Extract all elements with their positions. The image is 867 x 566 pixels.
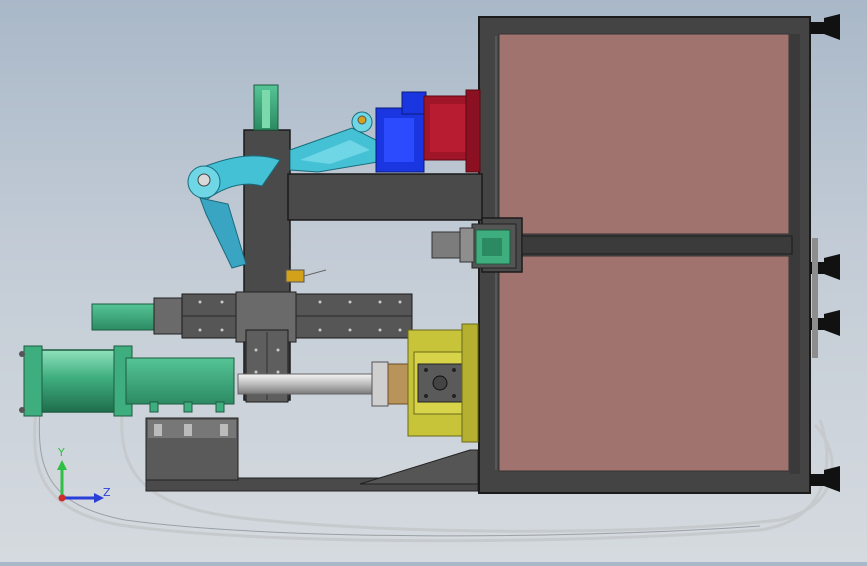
junction-block [471,223,517,269]
sensor-flange [459,227,475,263]
clamp-block [407,323,479,443]
vertical-post [253,84,279,131]
x-axis-dot [58,494,66,502]
pneumatic-cylinder [19,345,235,417]
cad-viewport[interactable]: Y Z [0,0,867,562]
proximity-sensor [285,269,327,283]
assembly-drawing: Y Z [19,14,840,543]
drive-motor [375,89,481,173]
y-axis-label: Y [57,446,65,459]
z-axis-label: Z [103,486,111,499]
axis-triad: Y Z [57,446,111,503]
